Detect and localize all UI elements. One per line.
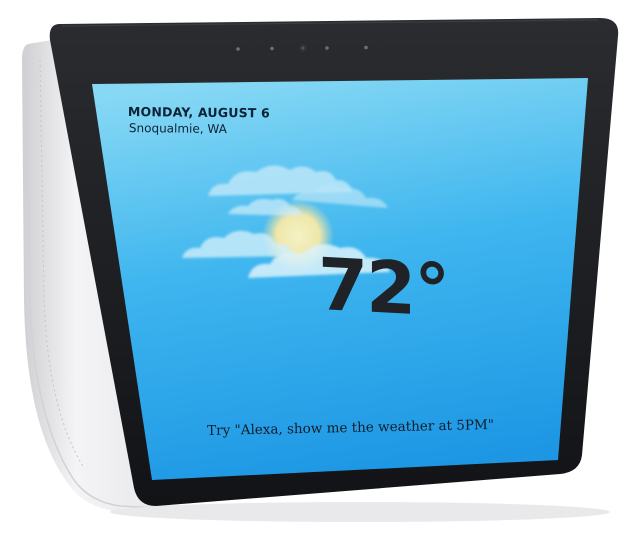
temperature-readout: 72° <box>318 242 449 333</box>
date-label: MONDAY, AUGUST 6 <box>127 104 271 121</box>
location-label: Snoqualmie, WA <box>128 121 227 137</box>
screen-content: MONDAY, AUGUST 6 Snoqualmie, WA 72° Try … <box>0 0 640 534</box>
voice-hint: Try "Alexa, show me the weather at 5PM" <box>207 416 495 439</box>
echo-show-device: MONDAY, AUGUST 6 Snoqualmie, WA 72° Try … <box>0 0 640 534</box>
